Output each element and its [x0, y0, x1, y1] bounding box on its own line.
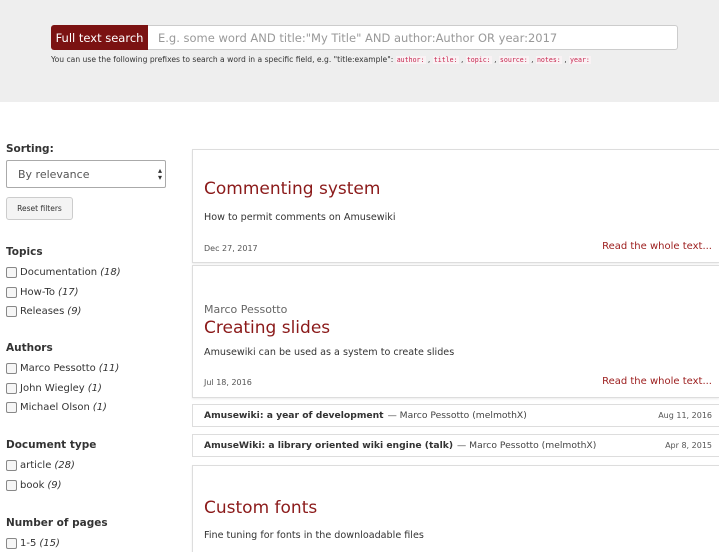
- facet-heading: Document type: [6, 439, 97, 451]
- facet-item-count: (28): [54, 460, 75, 472]
- checkbox[interactable]: [6, 306, 17, 318]
- result-author: Marco Pessotto: [204, 303, 288, 316]
- prefix-topic: topic:: [465, 56, 492, 64]
- facet-document-type: Document type article (28) book (9): [6, 439, 96, 495]
- facet-heading: Number of pages: [6, 517, 108, 529]
- facet-item[interactable]: Documentation (18): [6, 263, 121, 283]
- facet-item-count: (18): [100, 267, 121, 279]
- checkbox[interactable]: [6, 286, 17, 298]
- facet-item-label: Releases: [20, 306, 65, 318]
- sorting-heading: Sorting:: [6, 143, 54, 155]
- reset-filters-button[interactable]: Reset filters: [6, 197, 73, 220]
- result-date: Jul 18, 2016: [204, 378, 252, 387]
- prefix-source: source:: [498, 56, 529, 64]
- result-row-date: Aug 11, 2016: [658, 411, 712, 420]
- facet-item[interactable]: Michael Olson (1): [6, 398, 119, 418]
- result-row-author: — Marco Pessotto (melmothX): [387, 410, 527, 421]
- checkbox[interactable]: [6, 538, 17, 550]
- result-title-link[interactable]: Commenting system: [204, 179, 380, 199]
- result-date: Dec 27, 2017: [204, 244, 258, 253]
- checkbox[interactable]: [6, 479, 17, 491]
- full-text-search-button[interactable]: Full text search: [51, 25, 148, 50]
- result-title-link[interactable]: Custom fonts: [204, 498, 317, 518]
- checkbox[interactable]: [6, 363, 17, 375]
- facet-item[interactable]: book (9): [6, 476, 96, 496]
- facet-item-label: How-To: [20, 286, 56, 298]
- facet-item[interactable]: article (28): [6, 456, 96, 476]
- facet-topics: Topics Documentation (18) How-To (17) Rele…: [6, 246, 121, 322]
- facet-item[interactable]: Marco Pessotto (11): [6, 359, 119, 379]
- facet-item-count: (9): [47, 479, 62, 491]
- result-row[interactable]: AmuseWiki: a library oriented wiki engin…: [192, 434, 719, 457]
- facet-item-label: Michael Olson: [20, 402, 90, 414]
- facet-authors: Authors Marco Pessotto (11) John Wiegley(…: [6, 342, 119, 418]
- result-card: Marco Pessotto Creating slides Amusewiki…: [192, 265, 719, 398]
- result-row-title[interactable]: Amusewiki: a year of development: [204, 410, 384, 421]
- result-description: Amusewiki can be used as a system to cre…: [204, 347, 455, 358]
- sorting-value: By relevance: [18, 167, 90, 181]
- search-row: Full text search: [51, 25, 678, 50]
- facet-item-label: John Wiegley: [20, 382, 85, 394]
- facet-item-count: (11): [98, 363, 120, 375]
- result-row-title[interactable]: AmuseWiki: a library oriented wiki engin…: [204, 440, 453, 451]
- read-more-link[interactable]: Read the whole text...: [602, 376, 712, 387]
- checkbox[interactable]: [6, 267, 17, 279]
- result-row[interactable]: Amusewiki: a year of development — Marco…: [192, 404, 719, 427]
- checkbox[interactable]: [6, 382, 17, 394]
- search-input[interactable]: [148, 25, 678, 50]
- checkbox[interactable]: [6, 402, 17, 414]
- result-description: How to permit comments on Amusewiki: [204, 212, 396, 223]
- facet-item-count: (9): [67, 306, 82, 318]
- facet-item-count: (15): [39, 538, 60, 550]
- read-more-link[interactable]: Read the whole text...: [602, 241, 712, 252]
- search-help-text: You can use the following prefixes to se…: [51, 55, 396, 64]
- facet-item-count: (1): [87, 382, 102, 394]
- facet-number-of-pages: Number of pages 1-5 (15): [6, 517, 108, 552]
- facet-item-count: (1): [92, 402, 107, 414]
- facet-item-label: Documentation: [20, 267, 98, 279]
- sidebar: Sorting: By relevance ▴ ▾ Reset filters T…: [6, 143, 186, 550]
- prefix-title: title:: [432, 56, 459, 64]
- facet-item[interactable]: Releases (9): [6, 302, 121, 322]
- result-row-date: Apr 8, 2015: [665, 441, 712, 450]
- sorting-select[interactable]: By relevance ▴ ▾: [6, 160, 166, 188]
- checkbox[interactable]: [6, 460, 17, 472]
- facet-heading: Authors: [6, 342, 53, 354]
- search-panel: Full text search You can use the followi…: [0, 0, 719, 102]
- facet-item-label: article: [20, 460, 52, 472]
- select-arrows-icon: ▴ ▾: [157, 166, 162, 182]
- facet-item[interactable]: 1-5 (15): [6, 534, 108, 552]
- facet-item-label: Marco Pessotto: [20, 363, 96, 375]
- facet-item-count: (17): [58, 286, 79, 298]
- result-card: Custom fonts Fine tuning for fonts in th…: [192, 465, 719, 552]
- prefix-notes: notes:: [535, 56, 562, 64]
- search-help: You can use the following prefixes to se…: [51, 55, 591, 64]
- result-description: Fine tuning for fonts in the downloadabl…: [204, 530, 424, 541]
- prefix-author: author:: [395, 56, 426, 64]
- result-card: Commenting system How to permit comments…: [192, 149, 719, 263]
- facet-item-label: book: [20, 479, 45, 491]
- result-title-link[interactable]: Creating slides: [204, 318, 330, 338]
- result-row-author: — Marco Pessotto (melmothX): [457, 440, 597, 451]
- facet-heading: Topics: [6, 246, 43, 258]
- prefix-year: year:: [569, 56, 591, 64]
- facet-item[interactable]: How-To (17): [6, 283, 121, 303]
- facet-item[interactable]: John Wiegley (1): [6, 379, 119, 399]
- facet-item-label: 1-5: [20, 538, 37, 550]
